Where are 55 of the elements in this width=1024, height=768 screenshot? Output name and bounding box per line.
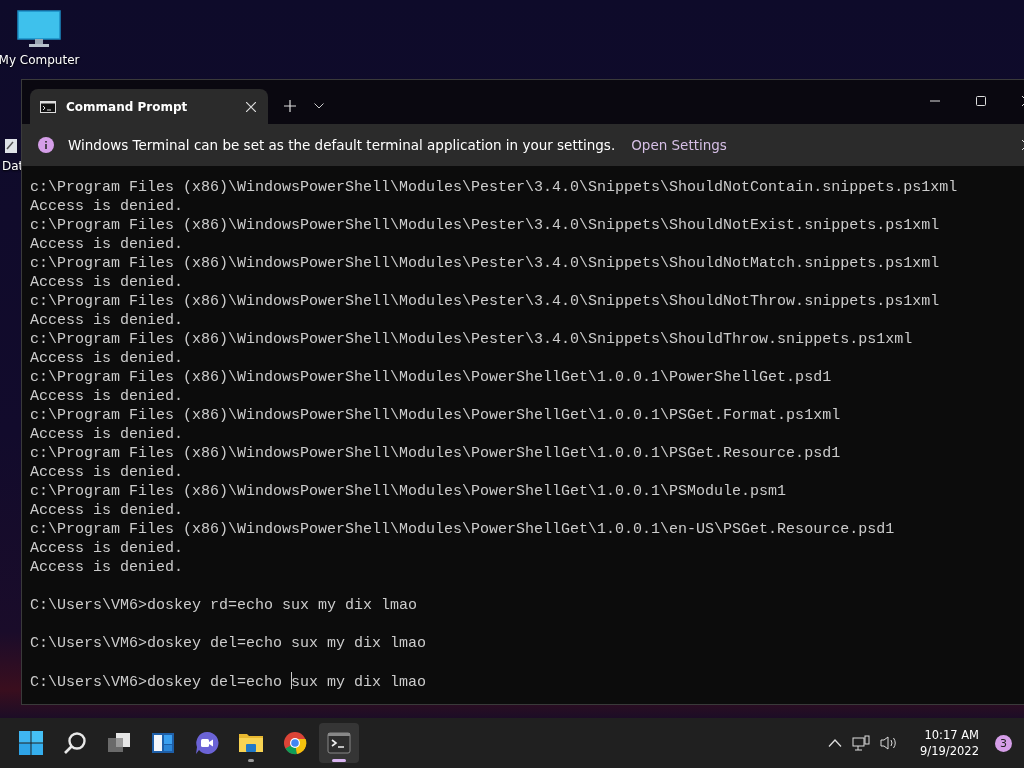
console-output-line: Access is denied. bbox=[30, 198, 184, 215]
network-icon[interactable] bbox=[852, 735, 871, 751]
clock-time[interactable]: 10:17 AM bbox=[924, 727, 979, 743]
open-settings-link[interactable]: Open Settings bbox=[631, 137, 727, 153]
terminal-icon bbox=[327, 731, 351, 755]
task-view-icon bbox=[107, 731, 131, 755]
console-output-line: c:\Program Files (x86)\WindowsPowerShell\Modules\PowerShellGet\1.0.0.1\en-US\PSGet.Resource.psd1 bbox=[30, 521, 895, 538]
file-icon[interactable] bbox=[4, 138, 18, 154]
console-output-line: Access is denied. bbox=[30, 502, 184, 519]
console-output-line: c:\Program Files (x86)\WindowsPowerShell\Modules\PowerShellGet\1.0.0.1\PowerShellGet.psd1 bbox=[30, 369, 832, 386]
console-command-line: C:\Users\VM6>doskey rd=echo sux my dix lmao bbox=[30, 597, 418, 614]
console-output-line: Access is denied. bbox=[30, 540, 184, 557]
console-output-line: Access is denied. bbox=[30, 559, 184, 576]
desktop-icon-label[interactable]: My Computer bbox=[0, 53, 80, 67]
text-cursor bbox=[291, 672, 293, 689]
new-tab-icon[interactable] bbox=[284, 100, 296, 112]
console-output-line: c:\Program Files (x86)\WindowsPowerShell\Modules\PowerShellGet\1.0.0.1\PSModule.psm1 bbox=[30, 483, 787, 500]
monitor-icon[interactable] bbox=[17, 10, 61, 48]
volume-icon[interactable] bbox=[880, 735, 899, 751]
console-output-line: Access is denied. bbox=[30, 426, 184, 443]
video-chat-icon bbox=[195, 731, 219, 755]
console-output-line: Access is denied. bbox=[30, 312, 184, 329]
running-indicator bbox=[332, 759, 346, 762]
console-output-line: Access is denied. bbox=[30, 236, 184, 253]
search-icon bbox=[63, 731, 87, 755]
console-input-line[interactable]: C:\Users\VM6>doskey del=echo sux my dix lmao bbox=[30, 674, 427, 691]
dropdown-caret-icon[interactable] bbox=[314, 103, 324, 109]
console-output-line: c:\Program Files (x86)\WindowsPowerShell\Modules\PowerShellGet\1.0.0.1\PSGet.Format.ps1xml bbox=[30, 407, 841, 424]
chevron-up-icon[interactable] bbox=[828, 739, 843, 747]
tab-title: Command Prompt bbox=[66, 99, 189, 114]
command-prompt-icon bbox=[40, 100, 56, 113]
console-output-line: c:\Program Files (x86)\WindowsPowerShell\Modules\Pester\3.4.0\Snippets\ShouldNotExist.snippets.ps1xml bbox=[30, 217, 940, 234]
console-output-line: Access is denied. bbox=[30, 388, 184, 405]
notification-badge[interactable]: 3 bbox=[995, 734, 1012, 752]
console-output-line: c:\Program Files (x86)\WindowsPowerShell\Modules\Pester\3.4.0\Snippets\ShouldThrow.snippets.ps1xml bbox=[30, 331, 913, 348]
browser-icon bbox=[283, 731, 307, 755]
widgets-icon bbox=[151, 731, 175, 755]
windows-logo-icon bbox=[19, 731, 43, 755]
maximize-icon[interactable] bbox=[976, 96, 986, 106]
console-output-line: c:\Program Files (x86)\WindowsPowerShell\Modules\Pester\3.4.0\Snippets\ShouldNotContain.snippets.ps1xml bbox=[30, 179, 958, 196]
clock-date[interactable]: 9/19/2022 bbox=[920, 743, 979, 759]
info-message: Windows Terminal can be set as the default terminal application in your settings. bbox=[68, 137, 616, 153]
console-output-line: Access is denied. bbox=[30, 350, 184, 367]
terminal-tab[interactable]: Command Prompt bbox=[30, 89, 268, 124]
console-output-line: c:\Program Files (x86)\WindowsPowerShell\Modules\Pester\3.4.0\Snippets\ShouldNotThrow.snippets.ps1xml bbox=[30, 293, 940, 310]
console-output-line: c:\Program Files (x86)\WindowsPowerShell\Modules\PowerShellGet\1.0.0.1\PSGet.Resource.psd1 bbox=[30, 445, 841, 462]
close-tab-icon[interactable] bbox=[246, 101, 256, 112]
console-output-line: Access is denied. bbox=[30, 464, 184, 481]
info-icon bbox=[38, 137, 54, 153]
taskbar-button[interactable] bbox=[319, 723, 359, 763]
console-command-line: C:\Users\VM6>doskey del=echo sux my dix lmao bbox=[30, 635, 427, 652]
console-output-line: Access is denied. bbox=[30, 274, 184, 291]
console-output-line: c:\Program Files (x86)\WindowsPowerShell\Modules\Pester\3.4.0\Snippets\ShouldNotMatch.snippets.ps1xml bbox=[30, 255, 940, 272]
running-indicator bbox=[248, 759, 254, 762]
folder-icon bbox=[238, 731, 264, 755]
